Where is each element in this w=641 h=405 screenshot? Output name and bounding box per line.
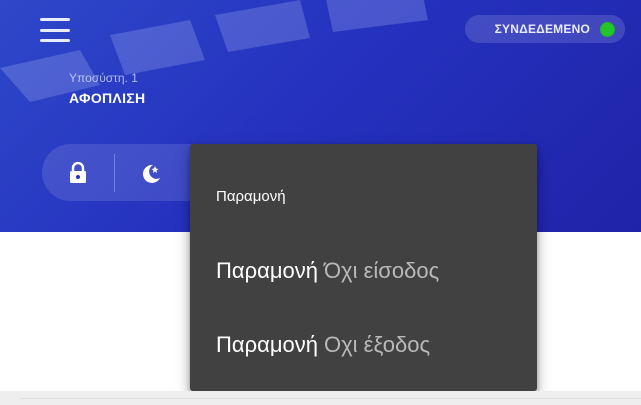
stay-mode-dropdown: Παραμονή Παραμονή Όχι είσοδος Παραμονή Οχι… (190, 144, 537, 391)
app-screen: ΣΥΝΔΕΔΕΜΕΝΟ Υποσύστη. 1 ΑΦΟΠΛΙΣΗ Παραμον… (0, 0, 641, 405)
dropdown-item-sub: Οχι έξοδος (324, 332, 431, 357)
dropdown-item-main: Παραμονή (216, 332, 318, 357)
dropdown-item-sub: Όχι είσοδος (324, 258, 440, 283)
arm-away-button[interactable] (42, 144, 114, 201)
dropdown-item-stay-no-exit[interactable]: Παραμονή Οχι έξοδος (216, 332, 516, 358)
bottom-divider (20, 398, 641, 399)
moon-stay-icon (142, 164, 160, 183)
menu-icon-bar (40, 18, 70, 21)
dropdown-item-main: Παραμονή (216, 258, 318, 283)
menu-button[interactable] (40, 18, 70, 42)
watermark-graphic (0, 0, 428, 102)
partition-label: Υποσύστη. 1 (69, 71, 138, 85)
menu-icon-bar (40, 28, 70, 32)
dropdown-item-stay[interactable]: Παραμονή (216, 188, 286, 205)
menu-icon-bar (40, 39, 70, 42)
dropdown-item-stay-no-entry[interactable]: Παραμονή Όχι είσοδος (216, 258, 516, 284)
connection-status-dot (600, 21, 615, 37)
arm-status: ΑΦΟΠΛΙΣΗ (69, 90, 146, 106)
connection-status-text: ΣΥΝΔΕΔΕΜΕΝΟ (494, 22, 590, 36)
connection-status-pill: ΣΥΝΔΕΔΕΜΕΝΟ (465, 15, 625, 43)
arm-stay-button[interactable] (115, 144, 187, 201)
lock-icon (70, 161, 86, 183)
